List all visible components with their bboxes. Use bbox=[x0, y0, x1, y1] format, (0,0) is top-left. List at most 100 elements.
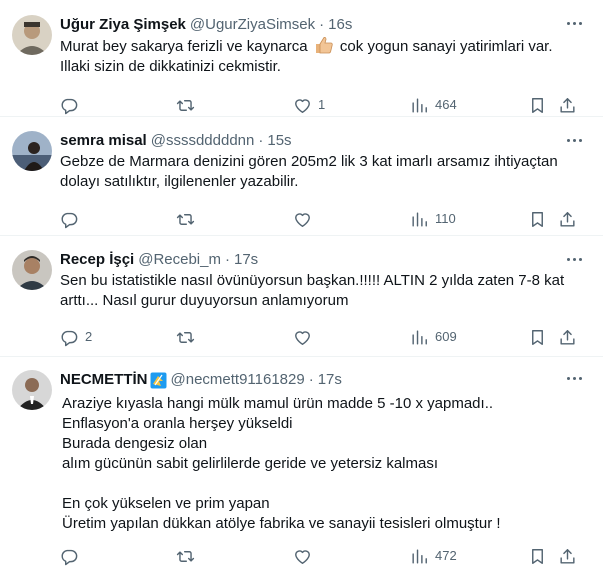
views-icon bbox=[412, 211, 427, 227]
more-icon[interactable] bbox=[563, 251, 585, 267]
tweet[interactable]: Uğur Ziya Şimşek @UgurZiyaSimsek · 16s M… bbox=[0, 0, 603, 117]
heart-icon bbox=[295, 549, 310, 564]
heart-icon bbox=[295, 330, 310, 345]
tweet-text-segment: cok yogun sanayi yatirimlari var. bbox=[335, 38, 553, 55]
tweet-text: Sen bu istatistikle nasıl övünüyorsun ba… bbox=[60, 271, 587, 311]
author-handle[interactable]: @UgurZiyaSimsek bbox=[190, 15, 315, 35]
bookmark-icon bbox=[532, 548, 543, 564]
views-icon bbox=[412, 97, 427, 113]
share-button[interactable] bbox=[558, 95, 577, 115]
separator: · bbox=[224, 251, 230, 268]
timestamp[interactable]: 17s bbox=[234, 250, 258, 270]
more-icon[interactable] bbox=[563, 370, 585, 386]
heart-icon bbox=[295, 98, 310, 113]
tweet-line: Enflasyon'a oranla herşey yükseldi bbox=[62, 415, 293, 432]
bookmark-button[interactable] bbox=[528, 546, 547, 566]
views-button[interactable]: 609 bbox=[410, 327, 457, 347]
bookmark-button[interactable] bbox=[528, 327, 547, 347]
tweet-text: Araziye kıyasla hangi mülk mamul ürün ma… bbox=[60, 394, 587, 534]
tweet-header: Recep İşçi @Recebi_m · 17s bbox=[60, 250, 587, 270]
author-name[interactable]: semra misal bbox=[60, 131, 147, 151]
repost-icon bbox=[176, 213, 195, 225]
bookmark-button[interactable] bbox=[528, 209, 547, 229]
tweet-header: semra misal @ssssdddddnn · 15s bbox=[60, 131, 587, 151]
views-button[interactable]: 464 bbox=[410, 95, 457, 115]
tweet-line: Üretim yapılan dükkan atölye fabrika ve … bbox=[62, 515, 501, 532]
action-bar: 472 bbox=[0, 536, 587, 570]
tweet-text-segment: Murat bey sakarya ferizli ve kaynarca bbox=[60, 38, 312, 55]
repost-icon bbox=[176, 331, 195, 343]
tweet-text: Gebze de Marmara denizini gören 205m2 li… bbox=[60, 152, 587, 192]
tweet-feed: Uğur Ziya Şimşek @UgurZiyaSimsek · 16s M… bbox=[0, 0, 603, 570]
timestamp[interactable]: 16s bbox=[328, 15, 352, 35]
reply-button[interactable] bbox=[60, 95, 85, 115]
action-bar: 110 bbox=[0, 199, 587, 239]
tweet[interactable]: NECMETTİN @necmett91161829 · 17s Araziye… bbox=[0, 357, 603, 570]
reply-button[interactable] bbox=[60, 209, 85, 229]
repost-button[interactable] bbox=[176, 546, 201, 566]
author-name[interactable]: Uğur Ziya Şimşek bbox=[60, 15, 186, 35]
author-handle[interactable]: @necmett91161829 bbox=[171, 370, 305, 390]
view-count: 110 bbox=[435, 211, 456, 226]
like-button[interactable] bbox=[293, 209, 318, 229]
views-button[interactable]: 472 bbox=[410, 546, 457, 566]
timestamp[interactable]: 17s bbox=[318, 370, 342, 390]
avatar[interactable] bbox=[12, 15, 52, 55]
like-button[interactable]: 1 bbox=[293, 95, 325, 115]
bookmark-icon bbox=[532, 97, 543, 113]
author-name[interactable]: NECMETTİN bbox=[60, 370, 148, 390]
share-icon bbox=[560, 548, 575, 564]
views-icon bbox=[412, 329, 427, 345]
repost-button[interactable] bbox=[176, 95, 201, 115]
view-count: 472 bbox=[435, 548, 457, 563]
author-handle[interactable]: @ssssdddddnn bbox=[151, 131, 255, 151]
like-count: 1 bbox=[318, 97, 326, 112]
tweet-line: alım gücünün sabit gelirlilerde geride v… bbox=[62, 455, 439, 472]
tweet-line: dolayı satılıktır, ilgilenenler yazabili… bbox=[60, 173, 299, 190]
repost-button[interactable] bbox=[176, 209, 201, 229]
like-button[interactable] bbox=[293, 327, 318, 347]
heart-icon bbox=[295, 212, 310, 227]
like-button[interactable] bbox=[293, 546, 318, 566]
action-bar: 2 609 bbox=[0, 317, 587, 357]
tweet-line: Burada dengesiz olan bbox=[62, 435, 208, 452]
tweet-header: NECMETTİN @necmett91161829 · 17s bbox=[60, 370, 587, 390]
view-count: 609 bbox=[435, 329, 457, 344]
separator: · bbox=[319, 16, 325, 33]
reply-button[interactable] bbox=[60, 546, 85, 566]
share-button[interactable] bbox=[558, 546, 577, 566]
share-icon bbox=[560, 97, 575, 113]
avatar[interactable] bbox=[12, 250, 52, 290]
bookmark-button[interactable] bbox=[528, 95, 547, 115]
timestamp[interactable]: 15s bbox=[267, 131, 291, 151]
tweet-line: Gebze de Marmara denizini gören 205m2 li… bbox=[60, 153, 558, 170]
verified-badge-icon bbox=[150, 372, 167, 389]
reply-icon bbox=[61, 212, 78, 228]
views-icon bbox=[412, 548, 427, 564]
tweet[interactable]: semra misal @ssssdddddnn · 15s Gebze de … bbox=[0, 117, 603, 236]
tweet-line: Illaki sizin de dikkatinizi cekmistir. bbox=[60, 58, 281, 75]
tweet[interactable]: Recep İşçi @Recebi_m · 17s Sen bu istati… bbox=[0, 236, 603, 357]
reply-icon bbox=[61, 98, 78, 114]
avatar[interactable] bbox=[12, 131, 52, 171]
tweet-line: arttı... Nasıl gurur duyuyorsun anlamıyo… bbox=[60, 292, 349, 309]
share-icon bbox=[560, 211, 575, 227]
share-button[interactable] bbox=[558, 327, 577, 347]
reply-count: 2 bbox=[85, 329, 93, 344]
tweet-line: Murat bey sakarya ferizli ve kaynarca co… bbox=[60, 36, 577, 57]
repost-button[interactable] bbox=[176, 327, 201, 347]
view-count: 464 bbox=[435, 97, 457, 112]
tweet-line: Araziye kıyasla hangi mülk mamul ürün ma… bbox=[62, 395, 494, 412]
more-icon[interactable] bbox=[563, 132, 585, 148]
repost-icon bbox=[176, 99, 195, 111]
author-name[interactable]: Recep İşçi bbox=[60, 250, 134, 270]
repost-icon bbox=[176, 550, 195, 562]
tweet-line bbox=[62, 474, 577, 494]
views-button[interactable]: 110 bbox=[410, 209, 456, 229]
more-icon[interactable] bbox=[563, 15, 585, 31]
tweet-text: Murat bey sakarya ferizli ve kaynarca co… bbox=[60, 36, 587, 77]
avatar[interactable] bbox=[12, 370, 52, 410]
share-button[interactable] bbox=[558, 209, 577, 229]
author-handle[interactable]: @Recebi_m bbox=[138, 250, 221, 270]
reply-button[interactable]: 2 bbox=[60, 327, 92, 347]
